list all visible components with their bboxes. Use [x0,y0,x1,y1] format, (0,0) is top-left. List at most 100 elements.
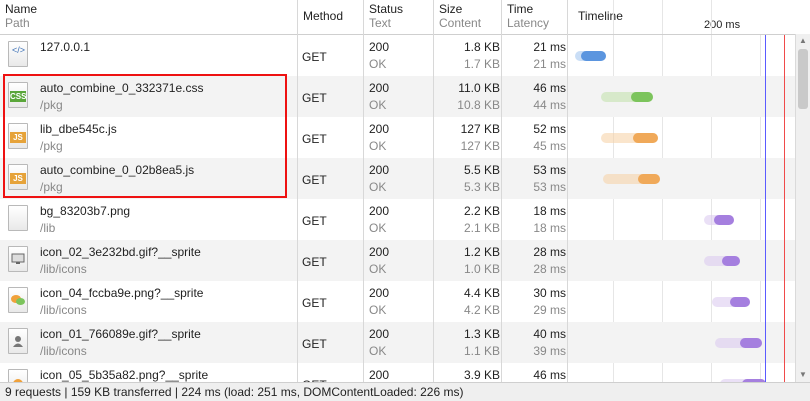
column-divider[interactable] [433,0,434,382]
resource-name[interactable]: icon_04_fccba9e.png?__sprite [40,286,203,300]
name-cell[interactable]: icon_02_3e232bd.gif?__sprite /lib/icons [0,240,297,281]
size-cell: 127 KB 127 KB [434,117,500,158]
timeline-bar-receiving [581,51,606,61]
header-timeline-gridline [711,0,712,34]
name-cell[interactable]: icon_01_766089e.gif?__sprite /lib/icons [0,322,297,363]
latency-value: 21 ms [533,57,566,71]
status-text: OK [369,180,387,194]
size-value: 1.8 KB [463,40,500,54]
header-text-label: Text [369,16,392,30]
request-row[interactable]: icon_04_fccba9e.png?__sprite /lib/icons … [0,281,795,322]
resource-name[interactable]: icon_01_766089e.gif?__sprite [40,327,201,341]
column-divider[interactable] [297,0,298,382]
header-size-label: Size [439,2,463,16]
status-cell: 200 OK [364,281,432,322]
header-timeline[interactable]: Timeline [573,0,795,34]
name-cell[interactable]: icon_04_fccba9e.png?__sprite /lib/icons [0,281,297,322]
timeline-bar-receiving [740,338,762,348]
method-cell: GET [302,337,327,351]
header-status-label: Status [369,2,404,16]
timeline-bar[interactable] [575,51,606,61]
grid-header: Name Path Method Status Text Size Conten… [0,0,795,35]
size-value: 1.3 KB [463,327,500,341]
status-cell: 200 OK [364,322,432,363]
timeline-bar[interactable] [601,133,658,143]
scroll-down-icon[interactable]: ▼ [796,368,810,382]
scroll-up-icon[interactable]: ▲ [796,34,810,48]
header-method[interactable]: Method [298,0,362,34]
header-latency-label: Latency [507,16,550,30]
latency-value: 18 ms [533,221,566,235]
time-cell: 40 ms 39 ms [502,322,566,363]
timeline-bar[interactable] [601,92,653,102]
method-cell: GET [302,214,327,228]
size-cell: 1.2 KB 1.0 KB [434,240,500,281]
header-name-label: Name [5,2,38,16]
time-value: 21 ms [533,40,566,54]
time-value: 28 ms [533,245,566,259]
request-row[interactable]: icon_01_766089e.gif?__sprite /lib/icons … [0,322,795,363]
header-name[interactable]: Name Path [0,0,297,34]
resource-name[interactable]: bg_83203b7.png [40,204,130,218]
timeline-scale-label: 200 ms [704,19,741,31]
header-time[interactable]: Time Latency [502,0,566,34]
content-value: 2.1 KB [463,221,500,235]
timeline-bar-receiving [722,256,740,266]
time-cell: 53 ms 53 ms [502,158,566,199]
time-cell: 18 ms 18 ms [502,199,566,240]
name-cell[interactable]: bg_83203b7.png /lib [0,199,297,240]
timeline-bar[interactable] [712,297,750,307]
status-code: 200 [369,368,390,382]
request-row[interactable]: bg_83203b7.png /lib GET 200 OK 2.2 KB 2.… [0,199,795,240]
resource-path: /lib [40,221,56,235]
timeline-bar[interactable] [715,338,762,348]
name-cell[interactable]: icon_05_5b35a82.png?__sprite [0,363,297,382]
timeline-bar-receiving [638,174,660,184]
status-code: 200 [369,204,390,218]
content-value: 4.2 KB [463,303,500,317]
request-row[interactable]: icon_02_3e232bd.gif?__sprite /lib/icons … [0,240,795,281]
status-text: OK [369,98,387,112]
column-divider[interactable] [567,0,568,382]
timeline-bar-receiving [714,215,734,225]
request-row[interactable]: </> 127.0.0.1 GET 200 OK 1.8 KB 1.7 KB 2… [0,35,795,76]
scrollbar-thumb[interactable] [798,49,808,109]
size-cell: 4.4 KB 4.2 KB [434,281,500,322]
latency-value: 39 ms [533,344,566,358]
header-status[interactable]: Status Text [364,0,432,34]
header-size[interactable]: Size Content [434,0,500,34]
latency-value: 28 ms [533,262,566,276]
status-code: 200 [369,327,390,341]
load-event-marker [784,35,785,382]
method-cell: GET [302,50,327,64]
header-method-label: Method [303,9,344,23]
column-divider[interactable] [501,0,502,382]
content-value: 1.7 KB [463,57,500,71]
timeline-bar[interactable] [704,256,740,266]
latency-value: 44 ms [533,98,566,112]
size-cell: 2.2 KB 2.1 KB [434,199,500,240]
user-icon [8,328,28,354]
status-text: OK [369,344,387,358]
method-cell: GET [302,132,327,146]
vertical-scrollbar[interactable]: ▲ ▼ [795,34,810,382]
resource-name[interactable]: icon_05_5b35a82.png?__sprite [40,368,208,382]
resource-name[interactable]: 127.0.0.1 [40,40,90,54]
time-value: 46 ms [533,81,566,95]
size-cell: 3.9 KB [434,363,500,382]
request-row[interactable]: icon_05_5b35a82.png?__sprite GET 200 3.9… [0,363,795,382]
monitor-icon [8,246,28,272]
name-cell[interactable]: </> 127.0.0.1 [0,35,297,76]
method-cell: GET [302,173,327,187]
time-value: 46 ms [533,368,566,382]
method-cell: GET [302,255,327,269]
status-cell: 200 OK [364,199,432,240]
header-timeline-gridline [662,0,663,34]
column-divider[interactable] [363,0,364,382]
resource-name[interactable]: icon_02_3e232bd.gif?__sprite [40,245,201,259]
size-value: 2.2 KB [463,204,500,218]
status-cell: 200 OK [364,158,432,199]
timeline-bar[interactable] [704,215,734,225]
timeline-bar[interactable] [603,174,660,184]
latency-value: 29 ms [533,303,566,317]
